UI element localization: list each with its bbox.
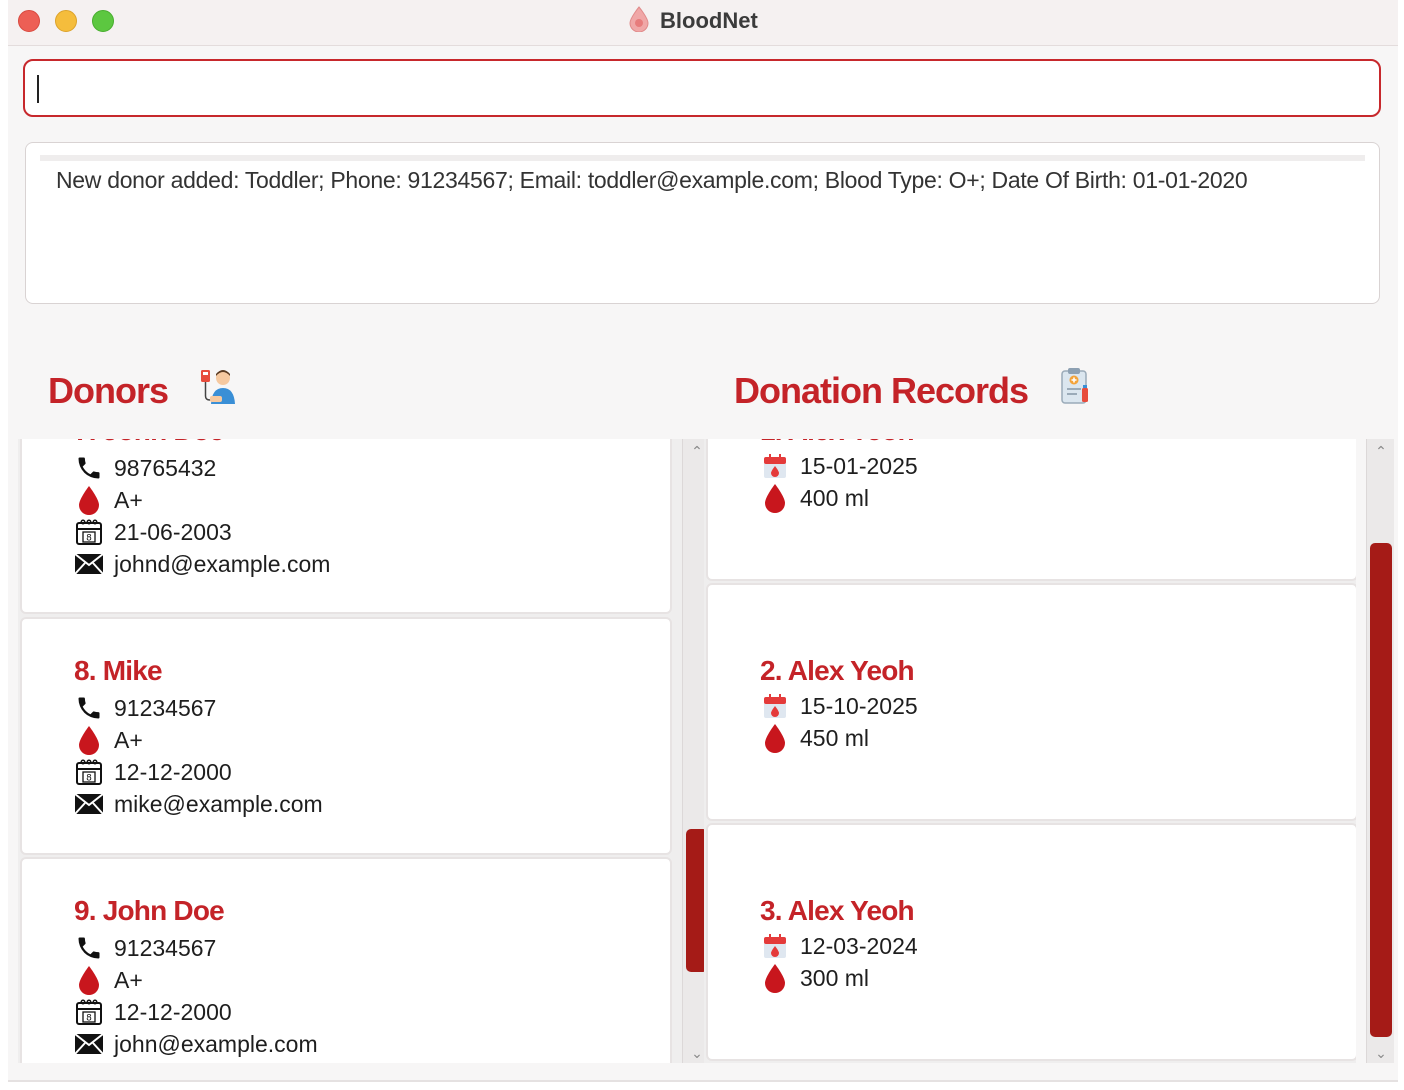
blood-drop-icon <box>760 483 790 513</box>
record-scrollbar[interactable]: ⌃ ⌄ <box>1366 439 1394 1063</box>
donor-name: 8. Mike <box>74 655 163 686</box>
records-heading: Donation Records <box>734 366 1092 415</box>
donor-card[interactable]: 9. John Doe 91234567 A+ 8 12-12-2000 joh… <box>20 857 672 1063</box>
donor-dob-row: 8 12-12-2000 <box>74 757 232 787</box>
donor-email-row: mike@example.com <box>74 789 323 819</box>
svg-text:8: 8 <box>86 534 92 544</box>
command-input[interactable] <box>45 69 1365 109</box>
record-card[interactable]: 3. Alex Yeoh 12-03-2024 300 ml <box>706 823 1356 1061</box>
record-volume-row: 400 ml <box>760 483 869 513</box>
donor-email-row: johnd@example.com <box>74 549 330 579</box>
donor-card[interactable]: 7. John Doe 98765432 A+ 8 21-06-2003 joh… <box>20 439 672 614</box>
record-name: 3. Alex Yeoh <box>760 895 915 926</box>
title-wrap: BloodNet <box>628 5 758 37</box>
calendar-drop-icon <box>760 691 790 721</box>
blood-drop-icon <box>760 963 790 993</box>
donor-blood-type: A+ <box>114 966 143 993</box>
donor-dob: 12-12-2000 <box>114 998 232 1025</box>
text-caret <box>37 75 39 103</box>
donor-email: john@example.com <box>114 1030 318 1057</box>
blood-drop-logo-icon <box>628 5 650 37</box>
record-name: 2. Alex Yeoh <box>760 655 915 686</box>
record-date-row: 15-01-2025 <box>760 451 918 481</box>
blood-drop-icon <box>760 723 790 753</box>
result-message: New donor added: Toddler; Phone: 9123456… <box>56 167 1248 193</box>
app-window: BloodNet New donor added: Toddler; Phone… <box>8 0 1398 1082</box>
record-scroll-thumb[interactable] <box>1370 543 1392 1037</box>
window-title: BloodNet <box>660 8 758 33</box>
donor-phone-row: 98765432 <box>74 453 216 483</box>
donor-name: 9. John Doe <box>74 895 225 926</box>
blood-drop-icon <box>74 485 104 515</box>
zoom-window-button[interactable] <box>92 10 114 32</box>
result-display: New donor added: Toddler; Phone: 9123456… <box>25 142 1380 304</box>
record-volume: 400 ml <box>800 484 870 511</box>
donor-blood-type: A+ <box>114 486 143 513</box>
calendar-icon: 8 <box>74 757 104 787</box>
record-date: 12-03-2024 <box>800 932 918 959</box>
donor-phone-row: 91234567 <box>74 933 216 963</box>
blood-drop-icon <box>74 965 104 995</box>
email-icon <box>74 549 104 579</box>
donor-email: johnd@example.com <box>114 550 331 577</box>
svg-text:8: 8 <box>86 774 92 784</box>
donor-phone-row: 91234567 <box>74 693 216 723</box>
donor-email: mike@example.com <box>114 790 323 817</box>
donor-phone: 98765432 <box>114 454 217 481</box>
clipboard-icon <box>1058 366 1092 415</box>
donor-card[interactable]: 8. Mike 91234567 A+ 8 12-12-2000 mike@ex… <box>20 617 672 855</box>
donor-dob-row: 8 21-06-2003 <box>74 517 232 547</box>
record-date-row: 15-10-2025 <box>760 691 918 721</box>
record-date: 15-10-2025 <box>800 692 918 719</box>
minimize-window-button[interactable] <box>55 10 77 32</box>
blood-drop-icon <box>74 725 104 755</box>
donor-icon <box>198 366 238 415</box>
command-box[interactable] <box>23 59 1381 117</box>
svg-text:8: 8 <box>86 1014 92 1024</box>
scroll-down-icon[interactable]: ⌄ <box>689 1046 705 1060</box>
donors-heading: Donors <box>48 366 238 415</box>
donor-list[interactable]: 7. John Doe 98765432 A+ 8 21-06-2003 joh… <box>18 439 682 1063</box>
donor-blood-row: A+ <box>74 965 143 995</box>
record-volume-row: 300 ml <box>760 963 869 993</box>
donor-blood-row: A+ <box>74 725 143 755</box>
records-title: Donation Records <box>734 369 1029 411</box>
calendar-icon: 8 <box>74 997 104 1027</box>
scroll-down-icon[interactable]: ⌄ <box>1373 1046 1389 1060</box>
calendar-drop-icon <box>760 451 790 481</box>
donor-email-row: john@example.com <box>74 1029 318 1059</box>
calendar-icon: 8 <box>74 517 104 547</box>
donor-dob: 21-06-2003 <box>114 518 232 545</box>
donors-title: Donors <box>48 369 169 411</box>
record-name: 1. Alex Yeoh <box>760 439 915 447</box>
donor-blood-row: A+ <box>74 485 143 515</box>
title-bar: BloodNet <box>8 0 1398 46</box>
donor-blood-type: A+ <box>114 726 143 753</box>
record-card[interactable]: 2. Alex Yeoh 15-10-2025 450 ml <box>706 583 1356 821</box>
record-volume: 450 ml <box>800 724 870 751</box>
donation-record-list[interactable]: 1. Alex Yeoh 15-01-2025 400 ml 2. Alex Y… <box>704 439 1356 1063</box>
donor-dob: 12-12-2000 <box>114 758 232 785</box>
email-icon <box>74 1029 104 1059</box>
email-icon <box>74 789 104 819</box>
phone-icon <box>74 933 104 963</box>
record-date: 15-01-2025 <box>800 452 918 479</box>
calendar-drop-icon <box>760 931 790 961</box>
phone-icon <box>74 453 104 483</box>
donor-name: 7. John Doe <box>74 439 225 447</box>
donor-phone: 91234567 <box>114 694 217 721</box>
record-volume: 300 ml <box>800 964 870 991</box>
donor-phone: 91234567 <box>114 934 217 961</box>
scroll-up-icon[interactable]: ⌃ <box>689 444 705 458</box>
record-volume-row: 450 ml <box>760 723 869 753</box>
result-divider <box>40 155 1365 161</box>
scroll-up-icon[interactable]: ⌃ <box>1373 444 1389 458</box>
record-date-row: 12-03-2024 <box>760 931 918 961</box>
donor-dob-row: 8 12-12-2000 <box>74 997 232 1027</box>
close-window-button[interactable] <box>18 10 40 32</box>
record-card[interactable]: 1. Alex Yeoh 15-01-2025 400 ml <box>706 439 1356 581</box>
phone-icon <box>74 693 104 723</box>
